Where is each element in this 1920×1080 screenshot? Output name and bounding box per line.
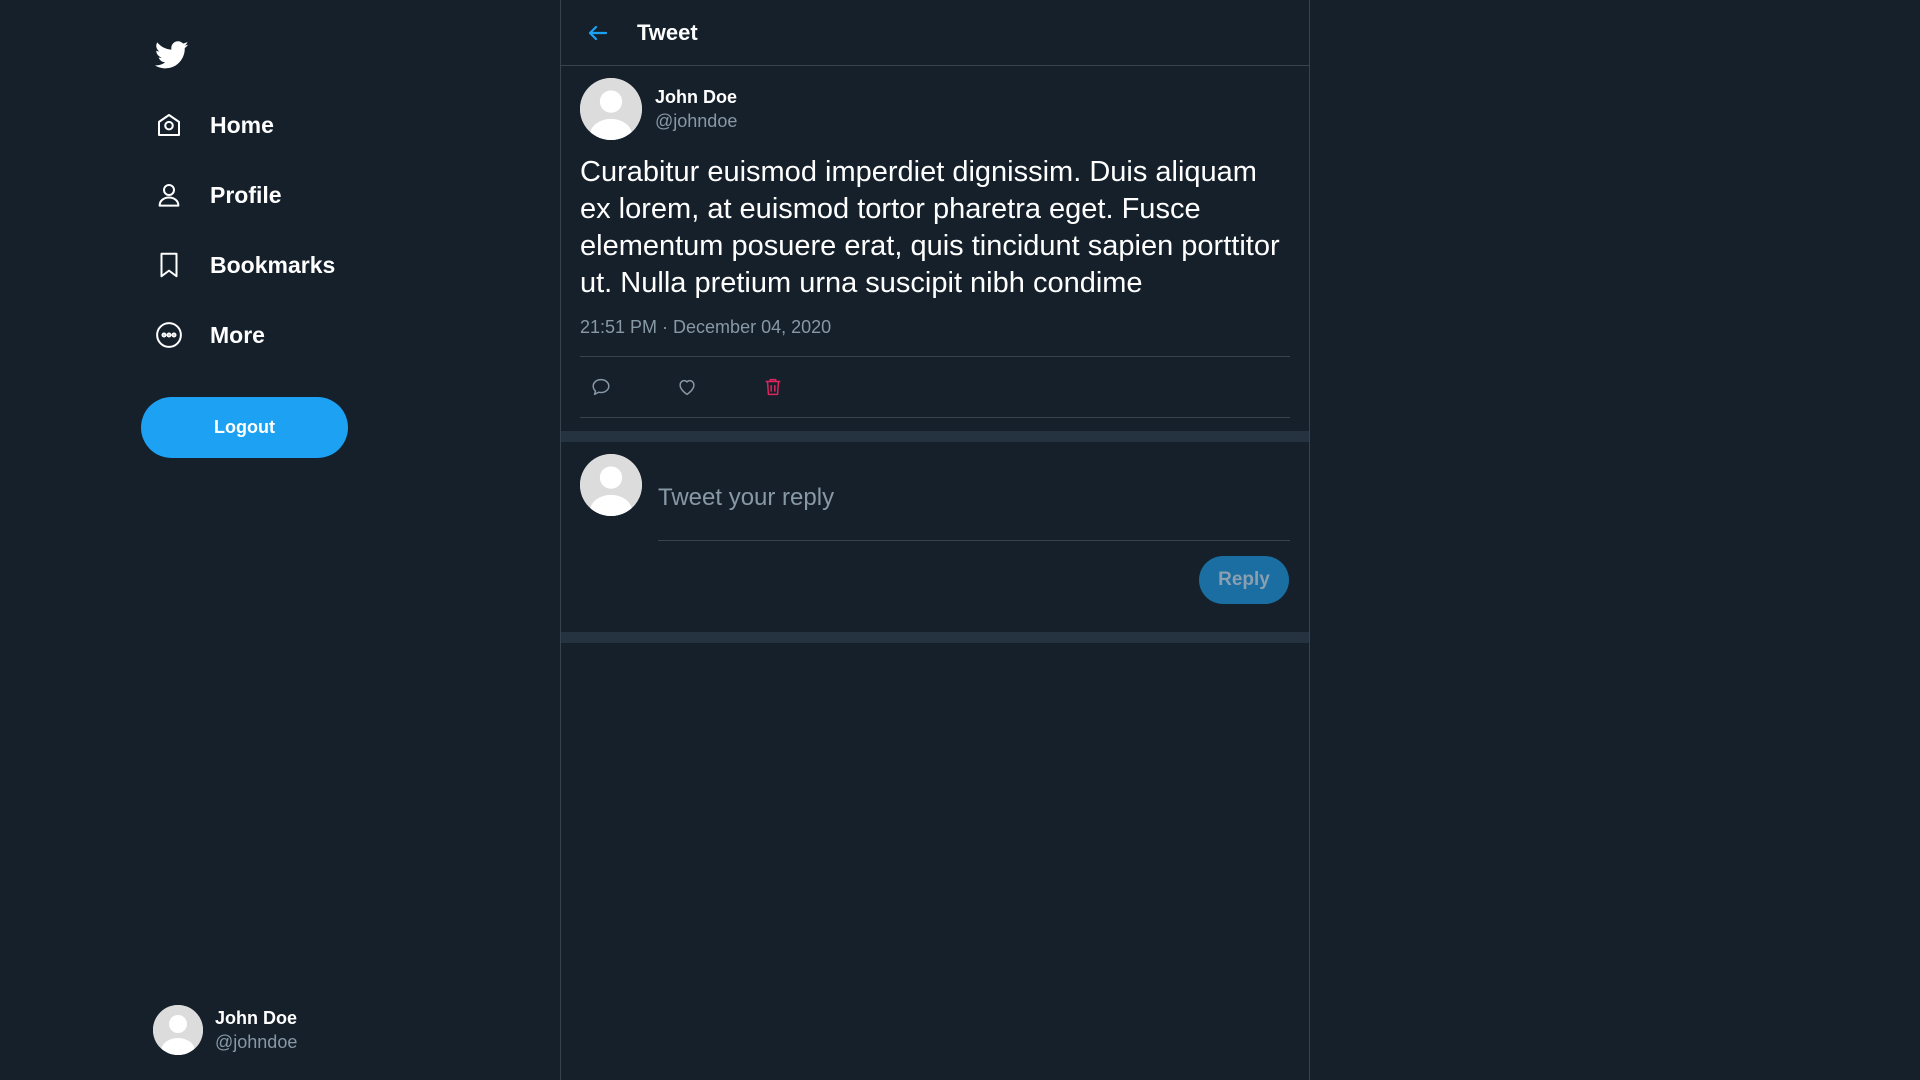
tweet-actions: [580, 357, 1290, 418]
section-divider: [561, 632, 1309, 643]
page-header: Tweet: [561, 0, 1309, 66]
avatar: [580, 454, 642, 516]
avatar: [153, 1005, 203, 1055]
tweet-timestamp: 21:51 PM · December 04, 2020: [580, 317, 1290, 357]
page-title: Tweet: [637, 19, 698, 45]
nav-label-bookmarks: Bookmarks: [210, 251, 336, 278]
section-divider: [561, 431, 1309, 442]
home-icon: [150, 106, 188, 144]
sidebar: Home Profile Bookmarks More Logout John …: [0, 0, 560, 1080]
tweet-author-name: John Doe: [655, 87, 738, 107]
twitter-bird-icon[interactable]: [153, 38, 191, 72]
bookmark-icon: [150, 246, 188, 284]
avatar: [580, 78, 642, 140]
tweet-author-handle: @johndoe: [655, 111, 738, 131]
nav-label-profile: Profile: [210, 181, 282, 208]
tweet-author-info: John Doe @johndoe: [655, 85, 737, 133]
nav-item-bookmarks[interactable]: Bookmarks: [150, 240, 335, 290]
arrow-left-icon[interactable]: [583, 18, 613, 48]
tweet: John Doe @johndoe Curabitur euismod impe…: [561, 66, 1309, 418]
user-icon: [150, 176, 188, 214]
more-circle-icon: [150, 316, 188, 354]
nav-item-more[interactable]: More: [150, 310, 265, 360]
app-layout: Home Profile Bookmarks More Logout John …: [0, 0, 1920, 1080]
trash-icon[interactable]: [758, 372, 788, 402]
reply-input[interactable]: [658, 474, 1290, 541]
sidebar-account-switcher[interactable]: John Doe @johndoe: [153, 1005, 297, 1055]
nav-item-profile[interactable]: Profile: [150, 170, 282, 220]
tweet-detail-column: Tweet John Doe @johndoe Curabitur euismo…: [560, 0, 1310, 1080]
reply-row: [580, 454, 1290, 541]
sidebar-user-info: John Doe @johndoe: [215, 1006, 297, 1054]
nav-label-home: Home: [210, 111, 274, 138]
reply-button[interactable]: Reply: [1199, 556, 1289, 604]
sidebar-user-name: John Doe: [215, 1008, 298, 1028]
reply-composer: Reply: [561, 442, 1309, 632]
nav-item-home[interactable]: Home: [150, 100, 274, 150]
sidebar-user-handle: @johndoe: [215, 1032, 298, 1052]
comment-icon[interactable]: [586, 372, 616, 402]
tweet-author[interactable]: John Doe @johndoe: [580, 78, 1290, 140]
nav-label-more: More: [210, 321, 265, 348]
heart-icon[interactable]: [672, 372, 702, 402]
tweet-text: Curabitur euismod imperdiet dignissim. D…: [580, 156, 1280, 299]
logout-button[interactable]: Logout: [141, 397, 348, 458]
